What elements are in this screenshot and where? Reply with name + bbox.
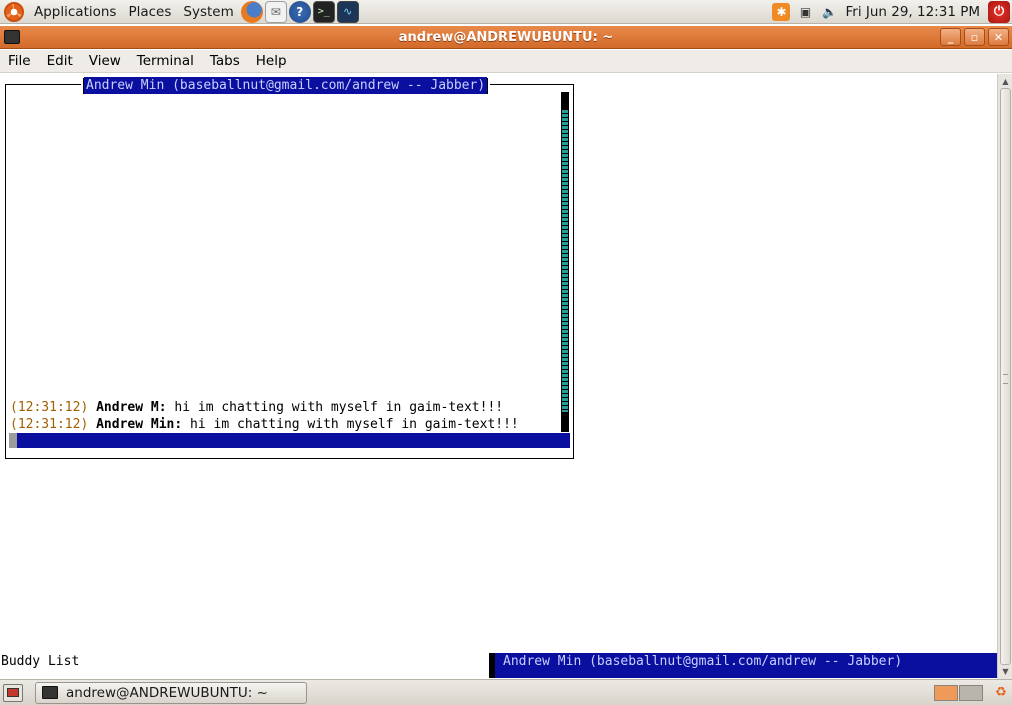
top-panel: Applications Places System ✉ ? >_ ∿ ✱ ▣ …	[0, 0, 1012, 24]
firefox-launcher-icon[interactable]	[240, 0, 263, 23]
volume-icon[interactable]: 🔈	[820, 3, 838, 21]
buddy-list-label[interactable]: Buddy List	[1, 653, 79, 670]
menu-help[interactable]: Help	[248, 53, 295, 69]
menu-terminal[interactable]: Terminal	[129, 53, 202, 69]
chat-scroll-track	[562, 110, 568, 412]
system-monitor-launcher-icon[interactable]: ∿	[336, 0, 359, 23]
menu-applications[interactable]: Applications	[28, 0, 122, 24]
message-timestamp: (12:31:12)	[10, 400, 89, 415]
chat-window-title: Andrew Min (baseballnut@gmail.com/andrew…	[81, 77, 491, 94]
show-desktop-button[interactable]	[3, 683, 23, 702]
terminal-window-icon[interactable]	[4, 30, 20, 44]
chat-window: Andrew Min (baseballnut@gmail.com/andrew…	[5, 77, 574, 459]
scroll-down-icon[interactable]: ▼	[999, 665, 1012, 678]
terminal-task-icon	[42, 686, 58, 699]
minimize-button[interactable]: _	[940, 28, 961, 46]
active-conversation-tab[interactable]: Andrew Min (baseballnut@gmail.com/andrew…	[489, 653, 997, 678]
text-cursor	[9, 433, 17, 448]
window-titlebar[interactable]: andrew@ANDREWUBUNTU: ~ _ ▫ ✕	[0, 26, 1012, 49]
menu-file[interactable]: File	[0, 53, 39, 69]
show-desktop-icon	[7, 688, 19, 697]
help-launcher-icon[interactable]: ?	[288, 0, 311, 23]
maximize-button[interactable]: ▫	[964, 28, 985, 46]
thumb-grip	[1003, 374, 1008, 384]
panel-tray: ✱ ▣ 🔈 Fri Jun 29, 12:31 PM ⏻	[769, 0, 1012, 24]
message-timestamp: (12:31:12)	[10, 417, 89, 432]
chat-scrollbar[interactable]	[561, 92, 569, 432]
title-right-tee	[487, 77, 489, 94]
taskbar-terminal-button[interactable]: andrew@ANDREWUBUNTU: ~	[35, 681, 307, 704]
chat-title-text: Andrew Min (baseballnut@gmail.com/andrew…	[84, 77, 488, 94]
message-text: hi im chatting with myself in gaim-text!…	[166, 400, 504, 415]
menu-places[interactable]: Places	[122, 0, 177, 24]
taskbar-label: andrew@ANDREWUBUNTU: ~	[66, 684, 268, 701]
workspace-switcher	[933, 684, 983, 701]
chat-message: (12:31:12) Andrew Min: hi im chatting wi…	[10, 416, 519, 433]
trash-icon[interactable]: ♻	[993, 684, 1009, 702]
menubar: File Edit View Terminal Tabs Help	[0, 50, 1012, 73]
chat-message: (12:31:12) Andrew M: hi im chatting with…	[10, 399, 503, 416]
window-controls: _ ▫ ✕	[937, 28, 1009, 46]
network-icon[interactable]: ▣	[796, 3, 814, 21]
menu-edit[interactable]: Edit	[39, 53, 81, 69]
scroll-up-icon[interactable]: ▲	[999, 75, 1012, 88]
terminal-content[interactable]: Andrew Min (baseballnut@gmail.com/andrew…	[0, 74, 997, 679]
close-button[interactable]: ✕	[988, 28, 1009, 46]
menu-tabs[interactable]: Tabs	[202, 53, 248, 69]
bottom-panel: andrew@ANDREWUBUNTU: ~ ♻	[0, 679, 1012, 705]
scroll-thumb[interactable]	[1000, 88, 1011, 665]
message-text: hi im chatting with myself in gaim-text!…	[182, 417, 519, 432]
message-nick: Andrew Min:	[96, 417, 183, 432]
update-notifier-icon[interactable]: ✱	[772, 2, 791, 21]
menu-system[interactable]: System	[177, 0, 239, 24]
clock[interactable]: Fri Jun 29, 12:31 PM	[841, 4, 988, 20]
terminal-scrollbar[interactable]: ▲ ▼	[997, 74, 1012, 679]
menu-view[interactable]: View	[81, 53, 129, 69]
power-icon[interactable]: ⏻	[988, 0, 1010, 23]
terminal-launcher-icon[interactable]: >_	[312, 0, 335, 23]
ubuntu-logo-icon[interactable]	[4, 1, 24, 22]
workspace-2[interactable]	[959, 684, 983, 701]
window-title: andrew@ANDREWUBUNTU: ~	[398, 29, 614, 45]
message-nick: Andrew M:	[96, 400, 167, 415]
mail-launcher-icon[interactable]: ✉	[264, 0, 287, 23]
workspace-1[interactable]	[934, 684, 958, 701]
message-entry[interactable]	[9, 433, 570, 448]
